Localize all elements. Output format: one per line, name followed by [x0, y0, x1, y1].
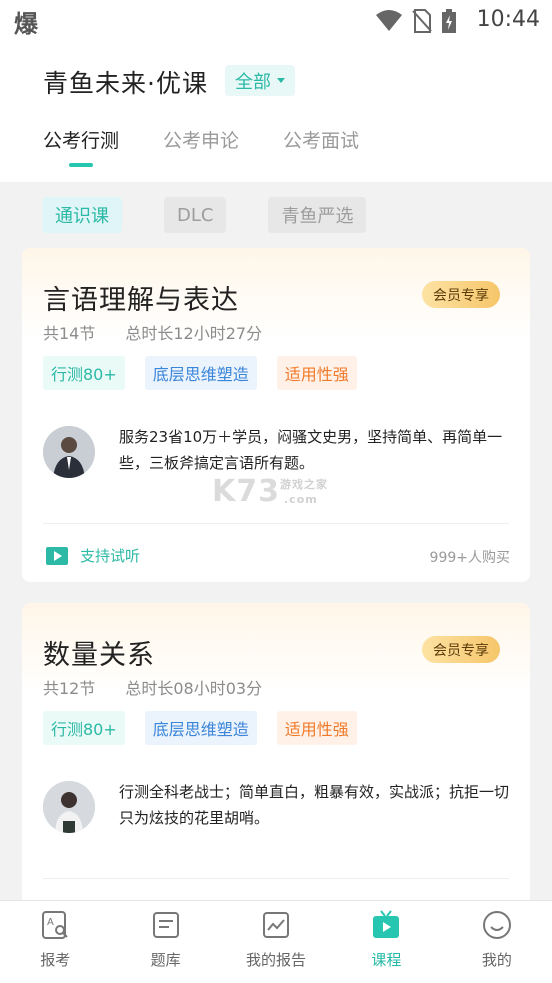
course-title: 数量关系 [43, 640, 155, 671]
exam-register-icon: A [42, 911, 68, 939]
person-icon [43, 781, 95, 833]
k73-watermark-logo: K73 游戏之家 .com [212, 474, 328, 509]
course-tags: 行测80+ 底层思维塑造 适用性强 [43, 711, 357, 745]
tag-score: 行测80+ [43, 356, 125, 390]
tag-applicable: 适用性强 [276, 711, 357, 745]
page-header: 青鱼未来·优课 全部 公考行测 公考申论 公考面试 [0, 40, 552, 182]
tag-thinking: 底层思维塑造 [144, 711, 257, 745]
lesson-count: 共12节 [43, 679, 96, 698]
teacher-avatar[interactable] [43, 426, 95, 478]
nav-item-exam[interactable]: A 报考 [0, 901, 110, 983]
svg-text:游戏之家: 游戏之家 [280, 477, 328, 491]
nav-label: 课程 [371, 951, 402, 969]
exam-tabs: 公考行测 公考申论 公考面试 [43, 126, 359, 153]
tab-shenlun[interactable]: 公考申论 [163, 126, 239, 153]
course-subtabs: 通识课 DLC 青鱼严选 [42, 197, 367, 233]
watermark: K73 游戏之家 .com [212, 474, 342, 516]
report-chart-icon [263, 912, 290, 938]
teacher-description: 行测全科老战士；简单直白，粗暴有效，实战派；抗拒一切只为炫技的花里胡哨。 [119, 783, 510, 827]
vip-badge: 会员专享 [422, 281, 500, 308]
tab-xingce[interactable]: 公考行测 [43, 126, 119, 153]
card-divider [43, 878, 509, 879]
course-meta: 共12节 总时长08小时03分 [43, 675, 262, 699]
trial-listen-link[interactable]: 支持试听 [46, 545, 140, 566]
status-icons [376, 9, 456, 33]
category-filter-dropdown[interactable]: 全部 [225, 65, 295, 96]
svg-text:.com: .com [284, 493, 318, 506]
course-duration: 总时长08小时03分 [125, 679, 263, 698]
nav-item-profile[interactable]: 我的 [442, 901, 552, 983]
status-time: 10:44 [476, 7, 540, 32]
teacher-description: 服务23省10万＋学员，闷骚文史男，坚持简单、再简单一些，三板斧搞定言语所有题。 [119, 428, 503, 472]
nav-item-course[interactable]: 课程 [331, 901, 441, 983]
tag-thinking: 底层思维塑造 [144, 356, 257, 390]
trial-label: 支持试听 [80, 547, 141, 565]
nav-label: 我的报告 [246, 951, 307, 969]
subtab-general[interactable]: 通识课 [42, 197, 122, 233]
filter-label: 全部 [235, 71, 271, 93]
subtab-dlc[interactable]: DLC [164, 197, 227, 233]
buyer-count: 999+人购买 [429, 550, 510, 566]
bottom-nav: A 报考 题库 我的报告 课程 我的 [0, 900, 552, 983]
course-duration: 总时长12小时27分 [125, 324, 263, 343]
person-icon [43, 426, 95, 478]
course-title: 言语理解与表达 [43, 285, 239, 316]
card-divider [43, 523, 509, 524]
course-card[interactable]: 数量关系 会员专享 共12节 总时长08小时03分 行测80+ 底层思维塑造 适… [22, 603, 530, 913]
battery-charging-icon [442, 9, 456, 33]
tag-score: 行测80+ [43, 711, 125, 745]
page-title: 青鱼未来·优课 [43, 69, 208, 98]
nav-label: 我的 [481, 951, 512, 969]
smile-profile-icon [482, 911, 511, 939]
nav-label: 报考 [40, 951, 71, 969]
lesson-count: 共14节 [43, 324, 96, 343]
course-card[interactable]: 言语理解与表达 会员专享 共14节 总时长12小时27分 行测80+ 底层思维塑… [22, 248, 530, 582]
nav-item-question-bank[interactable]: 题库 [110, 901, 220, 983]
no-sim-icon [412, 9, 432, 33]
wifi-icon [376, 10, 402, 31]
course-meta: 共14节 总时长12小时27分 [43, 320, 262, 344]
play-icon [46, 546, 68, 565]
question-bank-icon [152, 912, 179, 938]
status-bar: 爆 10:44 [0, 0, 552, 40]
caret-down-icon [277, 78, 285, 83]
svg-text:K73: K73 [212, 474, 280, 508]
svg-text:A: A [47, 917, 54, 928]
vip-badge: 会员专享 [422, 636, 500, 663]
status-app-glyph: 爆 [14, 10, 38, 38]
course-tags: 行测80+ 底层思维塑造 适用性强 [43, 356, 357, 390]
tab-mianshi[interactable]: 公考面试 [283, 126, 359, 153]
tag-applicable: 适用性强 [276, 356, 357, 390]
teacher-avatar[interactable] [43, 781, 95, 833]
nav-label: 题库 [150, 951, 181, 969]
nav-item-report[interactable]: 我的报告 [221, 901, 331, 983]
subtab-selected[interactable]: 青鱼严选 [268, 197, 367, 233]
course-tv-icon [373, 910, 400, 938]
